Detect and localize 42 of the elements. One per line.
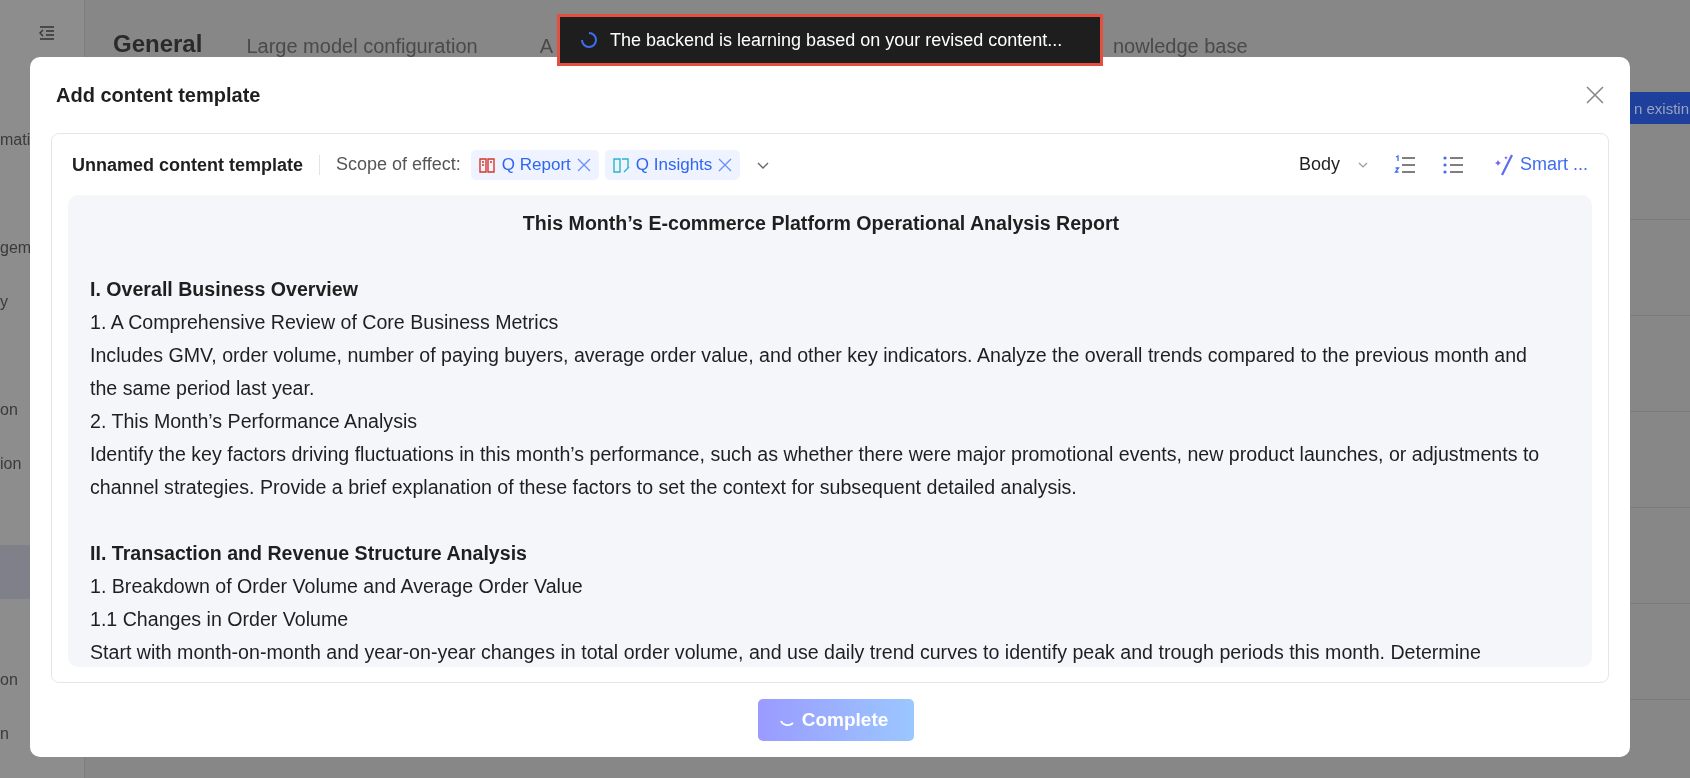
paragraph: 2. This Month’s Performance Analysis bbox=[90, 409, 419, 434]
tab[interactable]: General bbox=[113, 30, 203, 58]
sidebar-item[interactable]: on bbox=[0, 383, 30, 437]
tag-label: Q Report bbox=[501, 154, 571, 175]
tag-label: Q Insights bbox=[635, 154, 713, 175]
toast-text: The backend is learning based on your revised content... bbox=[610, 29, 1063, 51]
sidebar-item[interactable]: on bbox=[0, 653, 30, 707]
bullet-list-icon[interactable] bbox=[1442, 154, 1464, 175]
scope-label: Scope of effect: bbox=[336, 154, 461, 175]
scope-tag[interactable]: Q Insights bbox=[604, 149, 741, 180]
complete-button[interactable]: Complete bbox=[757, 699, 915, 741]
template-name[interactable]: Unnamed content template bbox=[72, 154, 321, 175]
close-icon[interactable] bbox=[576, 157, 591, 172]
sidebar-item[interactable]: mati bbox=[0, 113, 30, 167]
tab[interactable]: A bbox=[539, 35, 553, 58]
collapse-menu-icon[interactable] bbox=[38, 24, 56, 42]
scope-tag[interactable]: Q Report bbox=[470, 149, 599, 180]
sidebar-item[interactable]: ion bbox=[0, 437, 30, 491]
sidebar-item[interactable]: y bbox=[0, 275, 30, 329]
paragraph: 1. A Comprehensive Review of Core Business Metrics bbox=[90, 310, 560, 335]
numbered-list-icon[interactable] bbox=[1394, 154, 1416, 175]
paragraph: Includes GMV, order volume, number of paying buyers, average order value, and other key indicators. Analyze the overall trends compared to the previous month and the same period last year. bbox=[90, 343, 1528, 401]
text-style-select[interactable]: Body bbox=[1298, 154, 1340, 175]
action-button[interactable]: n existin bbox=[1630, 92, 1690, 124]
paragraph: 1.1 Changes in Order Volume bbox=[90, 607, 350, 632]
magic-wand-icon bbox=[1494, 153, 1514, 176]
tab[interactable]: nowledge base bbox=[1113, 35, 1248, 58]
sidebar-item[interactable]: n bbox=[0, 707, 30, 761]
close-icon[interactable] bbox=[718, 157, 733, 172]
sidebar-item[interactable]: gem bbox=[0, 221, 30, 275]
dialog-title: Add content template bbox=[56, 83, 261, 107]
book-pencil-icon bbox=[611, 155, 630, 174]
paragraph: Identify the key factors driving fluctuations in this month’s performance, such as whether there were major promotional events, new product launches, or adjustments to channel strategies. Provide a brief explanation of these factors to set the context for subsequent detailed analysis. bbox=[90, 442, 1541, 500]
paragraph: Start with month-on-month and year-on-year changes in total order volume, and use daily trend curves to identify peak and trough periods this month. Determine bbox=[90, 640, 1482, 665]
section-heading: I. Overall Business Overview bbox=[90, 277, 359, 302]
close-icon[interactable] bbox=[1584, 84, 1606, 106]
book-icon bbox=[477, 155, 496, 174]
document-title: This Month’s E-commerce Platform Operational Analysis Report bbox=[521, 211, 1121, 236]
tab[interactable]: Large model configuration bbox=[246, 35, 478, 58]
smart-button[interactable]: Smart ... bbox=[1494, 153, 1588, 176]
paragraph: 1. Breakdown of Order Volume and Average Order Value bbox=[90, 574, 584, 599]
section-heading: II. Transaction and Revenue Structure Analysis bbox=[90, 541, 528, 566]
